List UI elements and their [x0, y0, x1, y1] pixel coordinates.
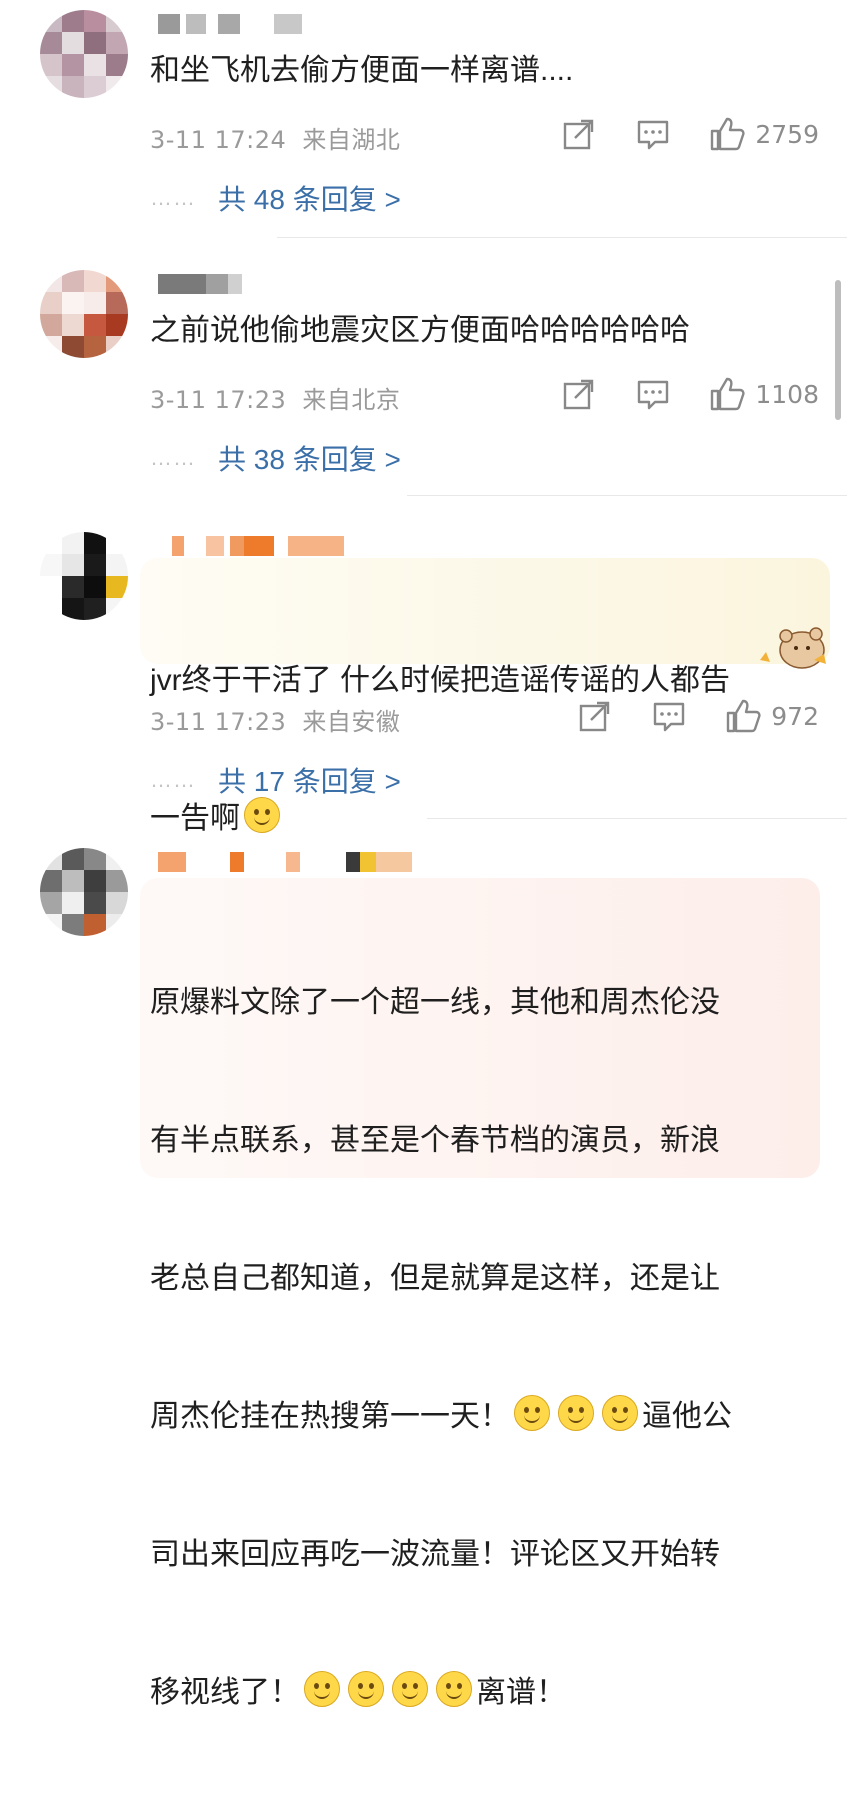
smile-emoji-icon [244, 797, 280, 833]
comment-time: 3-11 17:24 [150, 126, 287, 154]
replies-label: 共 38 条回复 > [218, 444, 401, 475]
comment-text-line: 有半点联系，甚至是个春节档的演员，新浪 [150, 1124, 720, 1157]
smile-emoji-icon [348, 1671, 384, 1707]
comment-meta: 3-11 17:23 来自安徽 [150, 702, 400, 737]
comment-location: 来自北京 [302, 386, 401, 414]
replies-link[interactable]: …… 共 48 条回复 > [150, 178, 401, 218]
comment-text-segment: 离谱！ [476, 1676, 566, 1709]
comment-text: 之前说他偷地震灾区方便面哈哈哈哈哈哈 [150, 314, 690, 347]
comment-text-line: 移视线了！ 离谱！ [150, 1670, 790, 1716]
smile-emoji-icon [436, 1671, 472, 1707]
comment-icon[interactable] [635, 376, 671, 412]
comment-icon[interactable] [635, 116, 671, 152]
comment-location: 来自湖北 [302, 126, 401, 154]
comment-meta: 3-11 17:23 来自北京 [150, 380, 400, 415]
comment-text-line: 老总自己都知道，但是就算是这样，还是让 [150, 1262, 720, 1295]
comment-actions: 1108 [523, 376, 819, 412]
avatar[interactable] [40, 270, 128, 358]
thumbs-up-icon[interactable] [709, 376, 745, 412]
share-icon[interactable] [561, 376, 597, 412]
scrollbar[interactable] [835, 280, 841, 420]
smile-emoji-icon [602, 1395, 638, 1431]
dots: …… [150, 445, 196, 470]
like-count: 2759 [755, 119, 819, 149]
comment-time: 3-11 17:23 [150, 386, 287, 414]
replies-label: 共 48 条回复 > [218, 184, 401, 215]
replies-link[interactable]: …… 共 38 条回复 > [150, 438, 401, 478]
comment-text: 和坐飞机去偷方便面一样离谱.... [150, 54, 574, 87]
comment-location: 来自安徽 [302, 708, 401, 736]
dots: …… [150, 767, 196, 792]
comment-meta: 3-11 17:24 来自湖北 [150, 120, 400, 155]
divider [407, 495, 847, 496]
divider [427, 818, 847, 819]
comment-text-segment: 移视线了！ [150, 1676, 300, 1709]
comment-actions: 2759 [523, 116, 819, 152]
divider [277, 237, 847, 238]
bear-sticker-icon [760, 627, 826, 669]
thumbs-up-icon[interactable] [725, 698, 761, 734]
comment-text-line: 周杰伦挂在热搜第一一天！ 逼他公 [150, 1394, 790, 1440]
comment-time: 3-11 17:23 [150, 708, 287, 736]
comment-text-segment: 一告啊 [150, 802, 240, 835]
smile-emoji-icon [514, 1395, 550, 1431]
dots: …… [150, 185, 196, 210]
smile-emoji-icon [304, 1671, 340, 1707]
comment-text-line: 司出来回应再吃一波流量！评论区又开始转 [150, 1538, 720, 1571]
comment-text: 原爆料文除了一个超一线，其他和周杰伦没 有半点联系，甚至是个春节档的演员，新浪 … [150, 888, 790, 1808]
comment-text-segment: 周杰伦挂在热搜第一一天！ [150, 1400, 510, 1433]
replies-link[interactable]: …… 共 17 条回复 > [150, 760, 401, 800]
replies-label: 共 17 条回复 > [218, 766, 401, 797]
share-icon[interactable] [577, 698, 613, 734]
avatar[interactable] [40, 10, 128, 98]
share-icon[interactable] [561, 116, 597, 152]
comment-icon[interactable] [651, 698, 687, 734]
thumbs-up-icon[interactable] [709, 116, 745, 152]
like-count: 972 [771, 701, 819, 731]
comment-text-segment: 逼他公 [642, 1400, 732, 1433]
avatar[interactable] [40, 532, 128, 620]
avatar[interactable] [40, 848, 128, 936]
smile-emoji-icon [392, 1671, 428, 1707]
comment-actions: 972 [539, 698, 819, 734]
smile-emoji-icon [558, 1395, 594, 1431]
like-count: 1108 [755, 379, 819, 409]
comment-text-line: 一告啊 [150, 796, 790, 842]
comment-text-line: 原爆料文除了一个超一线，其他和周杰伦没 [150, 986, 720, 1019]
